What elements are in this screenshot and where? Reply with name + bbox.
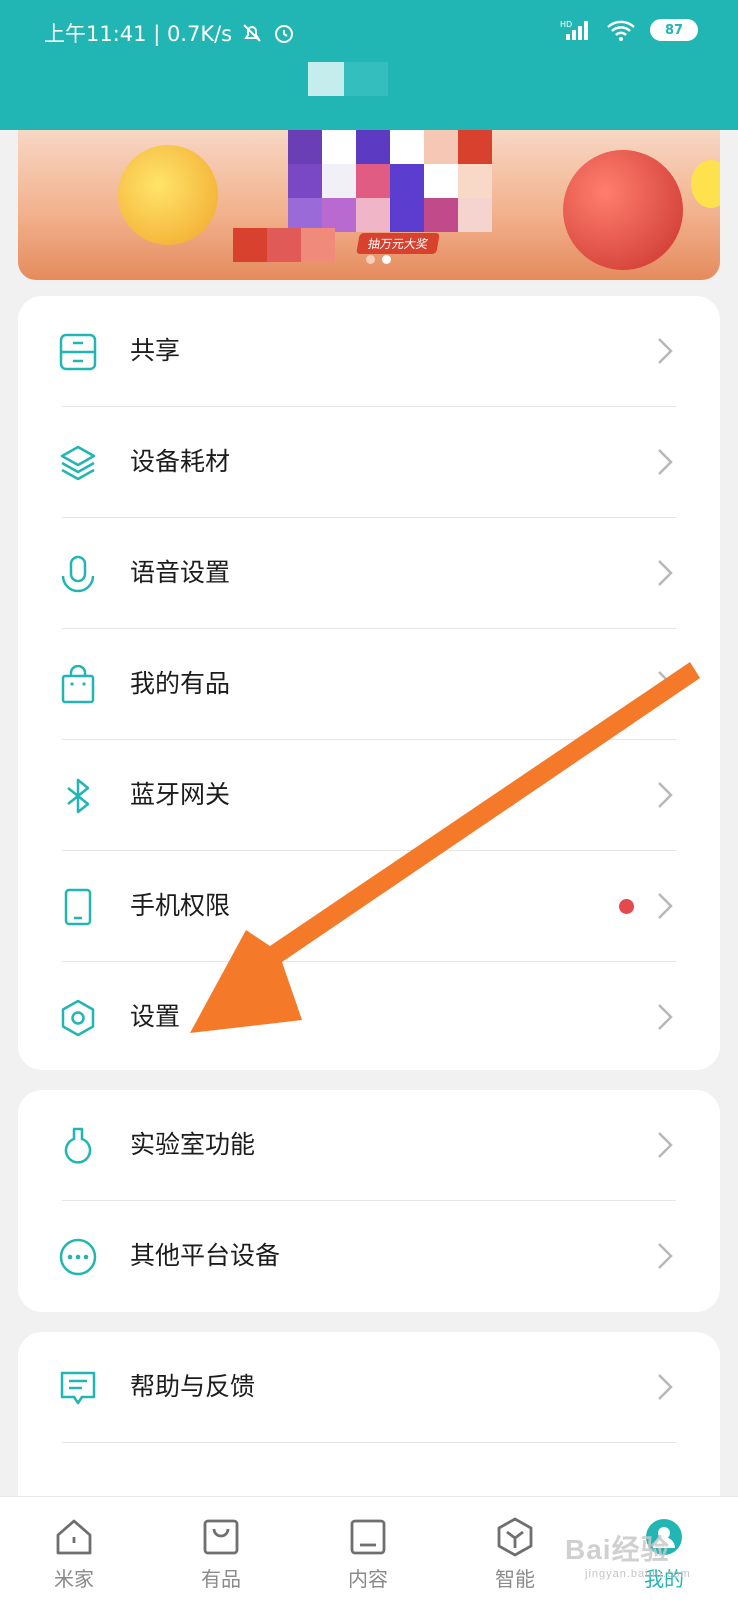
menu-item-lab-features[interactable]: 实验室功能 (18, 1090, 720, 1201)
menu-item-label: 语音设置 (130, 558, 231, 587)
banner-dot (366, 255, 375, 264)
menu-item-label: 其他平台设备 (130, 1241, 281, 1270)
banner-tagline: 抽万元大奖 (356, 233, 440, 254)
alarm-icon (275, 25, 294, 43)
menu-item-label: 帮助与反馈 (130, 1372, 256, 1401)
status-right: HD 87 (560, 18, 698, 42)
chevron-right-icon (658, 1132, 673, 1158)
divider (62, 1442, 676, 1443)
balloon-decoration (691, 160, 720, 208)
content-icon (350, 1519, 386, 1555)
tab-smart[interactable]: 智能 (455, 1515, 575, 1592)
watermark-sub: jingyan.baidu.com (585, 1568, 691, 1580)
bluetooth-icon (58, 776, 98, 816)
banner-dot-active (382, 255, 391, 264)
hexagon-settings-icon (58, 998, 98, 1038)
tab-home[interactable]: 米家 (14, 1515, 134, 1592)
battery-icon: 87 (650, 19, 698, 41)
battery-level: 87 (664, 22, 684, 38)
cube-icon (497, 1517, 533, 1557)
menu-item-other-platform-devices[interactable]: 其他平台设备 (18, 1201, 720, 1312)
menu-item-label: 实验室功能 (130, 1130, 256, 1159)
banner-pagination (366, 255, 391, 264)
chevron-right-icon (658, 1004, 673, 1030)
menu-item-consumables[interactable]: 设备耗材 (18, 407, 720, 518)
menu-item-help-feedback[interactable]: 帮助与反馈 (18, 1332, 720, 1443)
share-icon (58, 332, 98, 372)
chevron-right-icon (658, 671, 673, 697)
chevron-right-icon (658, 893, 673, 919)
tab-content[interactable]: 内容 (308, 1515, 428, 1592)
tab-label: 智能 (495, 1567, 535, 1591)
phone-icon (58, 887, 98, 927)
shopping-bag-icon (58, 665, 98, 705)
mute-bell-icon (243, 24, 261, 42)
home-icon (56, 1519, 92, 1555)
page-title-blurred (308, 62, 388, 96)
chevron-right-icon (658, 560, 673, 586)
status-bar: 上午11:41 | 0.7K/s HD 87 (0, 0, 738, 130)
bag-icon (203, 1519, 239, 1555)
menu-item-bluetooth-gateway[interactable]: 蓝牙网关 (18, 740, 720, 851)
menu-item-phone-permissions[interactable]: 手机权限 (18, 851, 720, 962)
chevron-right-icon (658, 1374, 673, 1400)
menu-item-share[interactable]: 共享 (18, 296, 720, 407)
tab-label: 有品 (201, 1567, 241, 1591)
tab-label: 内容 (348, 1567, 388, 1591)
menu-item-label: 设置 (130, 1002, 181, 1031)
flask-icon (58, 1126, 98, 1166)
notification-dot (619, 899, 634, 914)
chevron-right-icon (658, 449, 673, 475)
status-left: 上午11:41 | 0.7K/s (44, 18, 296, 48)
status-time: 上午11:41 | 0.7K/s (44, 22, 233, 46)
chevron-right-icon (658, 338, 673, 364)
mascot-red (563, 150, 683, 270)
more-dots-icon (58, 1237, 98, 1277)
chevron-right-icon (658, 1243, 673, 1269)
promo-banner[interactable]: 抽万元大奖 (18, 130, 720, 280)
menu-item-label: 共享 (130, 336, 181, 365)
menu-item-my-youpin[interactable]: 我的有品 (18, 629, 720, 740)
watermark: Bai经验 jingyan.baidu.com (565, 1528, 691, 1580)
menu-item-label: 设备耗材 (130, 447, 231, 476)
menu-item-label: 蓝牙网关 (130, 780, 231, 809)
menu-item-voice-settings[interactable]: 语音设置 (18, 518, 720, 629)
tab-youpin[interactable]: 有品 (161, 1515, 281, 1592)
layers-icon (58, 443, 98, 483)
menu-item-settings[interactable]: 设置 (18, 962, 720, 1073)
menu-item-label: 我的有品 (130, 669, 231, 698)
mascot-yellow (118, 145, 218, 245)
tab-label: 米家 (54, 1567, 94, 1591)
signal-icon: HD (560, 20, 588, 40)
menu-card-main: 共享 设备耗材 语音设置 我的有品 蓝牙网关 手机权限 设置 (18, 296, 720, 1070)
chevron-right-icon (658, 782, 673, 808)
feedback-icon (58, 1368, 98, 1408)
svg-text:HD: HD (560, 20, 572, 29)
wifi-icon (607, 20, 635, 41)
microphone-icon (58, 554, 98, 594)
menu-item-label: 手机权限 (130, 891, 231, 920)
menu-card-lab: 实验室功能 其他平台设备 (18, 1090, 720, 1312)
watermark-text: Bai经验 (565, 1534, 670, 1565)
